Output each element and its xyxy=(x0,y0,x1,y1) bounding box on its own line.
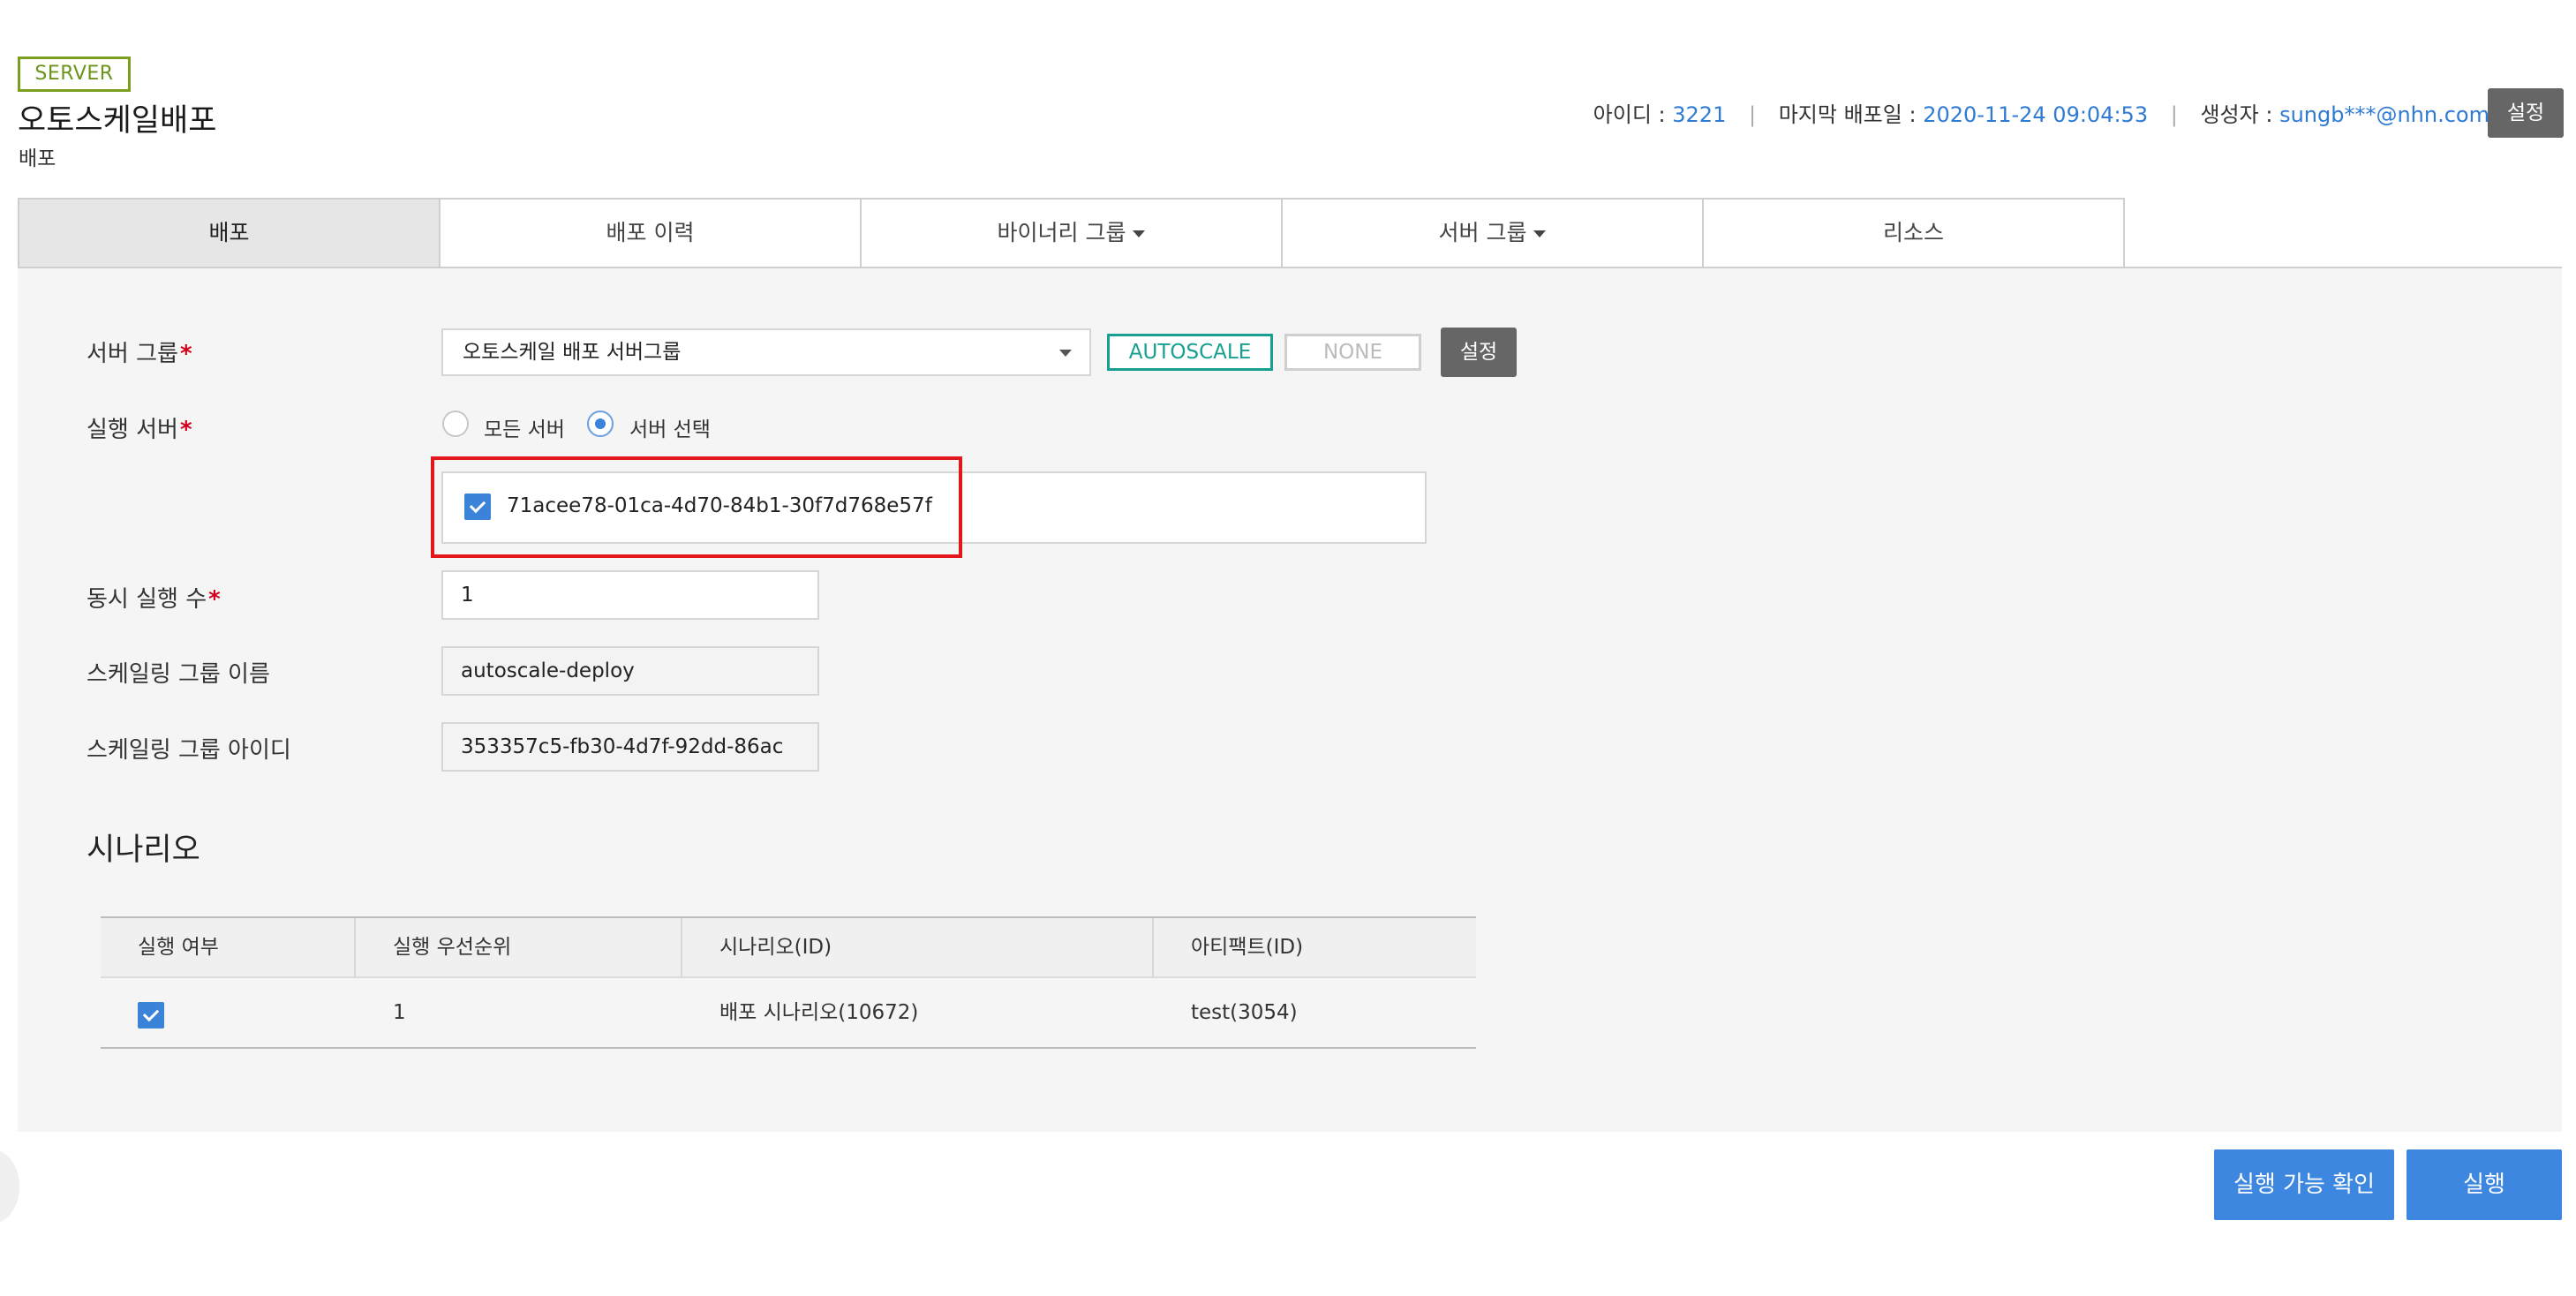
page-title: 오토스케일배포 xyxy=(18,103,217,139)
scaling-group-id-field: 353357c5-fb30-4d7f-92dd-86ac xyxy=(441,722,819,772)
run-button[interactable]: 실행 xyxy=(2407,1149,2562,1220)
server-type-badge: SERVER xyxy=(18,57,131,92)
scenario-table: 실행 여부 실행 우선순위 시나리오(ID) 아티팩트(ID) 1 배포 시나리… xyxy=(101,916,1476,1049)
run-enabled-checkbox[interactable] xyxy=(138,1002,164,1029)
radio-all-servers[interactable] xyxy=(442,411,469,437)
scaling-group-name-field: autoscale-deploy xyxy=(441,646,819,696)
tab-label: 리소스 xyxy=(1882,220,1944,245)
concurrency-input[interactable]: 1 xyxy=(441,570,819,620)
radio-all-servers-label[interactable]: 모든 서버 xyxy=(484,412,565,442)
tab-bar: 배포 배포 이력 바이너리 그룹 서버 그룹 리소스 xyxy=(18,198,2125,268)
server-group-selected: 오토스케일 배포 서버그룹 xyxy=(463,341,682,364)
concurrency-label: 동시 실행 수* xyxy=(87,586,221,613)
id-label: 아이디 : xyxy=(1593,102,1666,127)
meta-separator: | xyxy=(2170,102,2178,127)
side-scroll-handle[interactable] xyxy=(0,1149,19,1224)
exec-server-label: 실행 서버* xyxy=(87,417,192,443)
scaling-group-name-label: 스케일링 그룹 이름 xyxy=(87,661,270,688)
tab-label: 배포 xyxy=(208,220,250,245)
highlight-box xyxy=(431,456,962,558)
deploy-meta-info: 아이디 : 3221 | 마지막 배포일 : 2020-11-24 09:04:… xyxy=(1501,97,2489,128)
autoscale-tag: AUTOSCALE xyxy=(1107,334,1273,371)
tab-label: 서버 그룹 xyxy=(1438,220,1527,245)
creator-value: sungb***@nhn.com xyxy=(2279,102,2489,127)
radio-select-servers[interactable] xyxy=(587,411,614,437)
column-header: 실행 우선순위 xyxy=(356,918,682,976)
tab-deploy-history[interactable]: 배포 이력 xyxy=(439,198,862,268)
required-mark: * xyxy=(179,341,192,367)
meta-separator: | xyxy=(1748,102,1757,127)
check-runnable-button[interactable]: 실행 가능 확인 xyxy=(2214,1149,2394,1220)
required-mark: * xyxy=(208,586,221,613)
artifact-cell: test(3054) xyxy=(1191,1001,1298,1024)
required-mark: * xyxy=(179,417,192,443)
tab-label: 배포 이력 xyxy=(606,220,695,245)
column-header: 아티팩트(ID) xyxy=(1191,936,1304,959)
none-tag: NONE xyxy=(1284,334,1421,371)
caret-down-icon xyxy=(1533,230,1547,237)
tab-deploy[interactable]: 배포 xyxy=(18,198,441,268)
run-enabled-cell xyxy=(101,978,356,1047)
page-subtitle: 배포 xyxy=(19,147,56,170)
last-deploy-label: 마지막 배포일 : xyxy=(1778,102,1917,127)
priority-cell: 1 xyxy=(393,1001,406,1024)
tab-resources[interactable]: 리소스 xyxy=(1702,198,2125,268)
creator-label: 생성자 : xyxy=(2200,102,2273,127)
scenario-cell: 배포 시나리오(10672) xyxy=(719,1001,919,1024)
column-header: 실행 여부 xyxy=(101,918,356,976)
scenario-title: 시나리오 xyxy=(87,833,200,868)
chevron-down-icon xyxy=(1059,350,1072,357)
table-row: 1 배포 시나리오(10672) test(3054) xyxy=(101,978,1476,1049)
radio-select-servers-label[interactable]: 서버 선택 xyxy=(629,412,711,442)
column-header: 시나리오(ID) xyxy=(682,918,1154,976)
tab-server-group[interactable]: 서버 그룹 xyxy=(1281,198,1704,268)
settings-button[interactable]: 설정 xyxy=(2488,88,2564,138)
table-header: 실행 여부 실행 우선순위 시나리오(ID) 아티팩트(ID) xyxy=(101,916,1476,978)
server-group-label: 서버 그룹* xyxy=(87,341,192,367)
tab-label: 바이너리 그룹 xyxy=(997,220,1126,245)
scaling-group-id-label: 스케일링 그룹 아이디 xyxy=(87,737,291,764)
last-deploy-value: 2020-11-24 09:04:53 xyxy=(1923,102,2149,127)
server-group-settings-button[interactable]: 설정 xyxy=(1441,328,1517,377)
id-value: 3221 xyxy=(1672,102,1727,127)
caret-down-icon xyxy=(1133,230,1146,237)
server-group-select[interactable]: 오토스케일 배포 서버그룹 xyxy=(441,328,1091,376)
tab-binary-group[interactable]: 바이너리 그룹 xyxy=(860,198,1283,268)
